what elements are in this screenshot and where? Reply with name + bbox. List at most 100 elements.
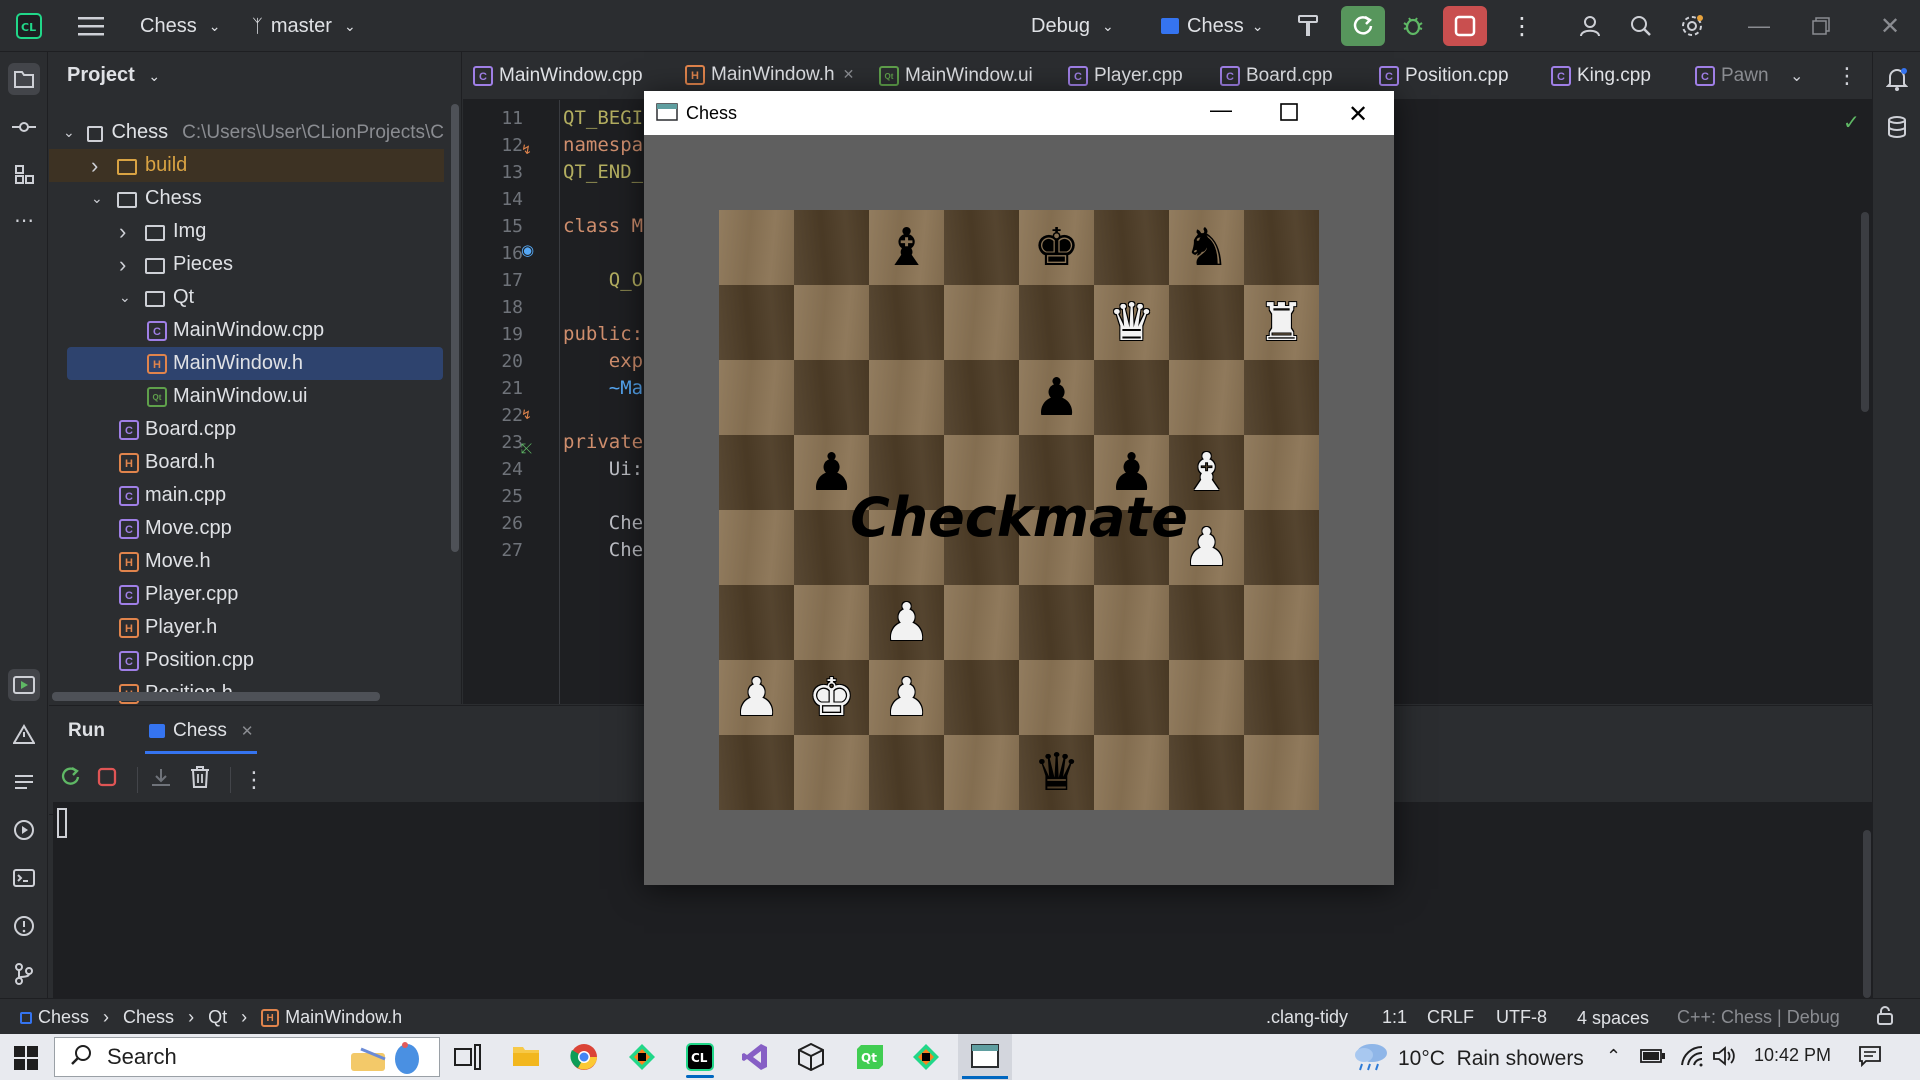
windows-start-icon[interactable] xyxy=(14,1046,38,1075)
services-icon[interactable] xyxy=(8,814,40,846)
board-square[interactable] xyxy=(719,210,794,285)
board-square[interactable] xyxy=(944,660,1019,735)
clang-tidy-status[interactable]: .clang-tidy xyxy=(1266,1007,1348,1028)
box-3d-app-icon[interactable] xyxy=(798,1042,824,1076)
implementation-gutter-icon[interactable]: ↯ xyxy=(521,407,532,423)
tree-item[interactable]: C Player.cpp xyxy=(49,578,444,611)
editor-tab[interactable]: C Position.cpp xyxy=(1379,52,1509,100)
chess-board[interactable]: ♝ ♚ ♞ ♛ ♜ ♟ ♟ ♟ ♝ ♟ ♟ ♟ ♚ ♟ ♛ Checkmate xyxy=(719,210,1319,810)
white-queen-icon[interactable]: ♛ xyxy=(1094,285,1169,360)
board-square[interactable] xyxy=(1094,585,1169,660)
tree-item[interactable]: › build xyxy=(49,149,444,182)
rerun-icon[interactable] xyxy=(59,766,91,793)
black-queen-icon[interactable]: ♛ xyxy=(1019,735,1094,810)
todo-list-icon[interactable] xyxy=(8,766,40,798)
taskbar-search-box[interactable]: Search xyxy=(54,1037,440,1077)
minimize-window-icon[interactable]: — xyxy=(1748,0,1770,52)
tree-item[interactable]: ⌄ Chess xyxy=(49,182,444,215)
clion-logo-icon[interactable]: CL xyxy=(16,0,42,52)
tree-item[interactable]: C Board.cpp xyxy=(49,413,444,446)
black-king-icon[interactable]: ♚ xyxy=(1019,210,1094,285)
run-tab-chess[interactable]: Chess ✕ xyxy=(145,710,258,754)
clion-taskbar-icon[interactable]: CL xyxy=(686,1043,714,1076)
notifications-problems-icon[interactable] xyxy=(8,910,40,942)
close-icon[interactable]: ✕ xyxy=(241,722,254,740)
clock-time[interactable]: 10:42 PM xyxy=(1754,1045,1831,1066)
build-config-selector[interactable]: Debug ⌄ xyxy=(1031,0,1114,52)
more-actions-icon[interactable]: ⋮ xyxy=(1510,0,1534,52)
tree-item[interactable]: Cmain.cpp xyxy=(49,479,444,512)
board-square[interactable] xyxy=(1094,660,1169,735)
stop-icon[interactable] xyxy=(97,767,137,792)
white-king-icon[interactable]: ♚ xyxy=(794,660,869,735)
chrome-icon[interactable] xyxy=(570,1043,598,1076)
board-square[interactable] xyxy=(869,285,944,360)
tree-item[interactable]: C Position.cpp xyxy=(49,644,444,677)
jetbrains-toolbox-icon[interactable] xyxy=(628,1043,656,1076)
tree-item[interactable]: ⌄ Chess C:\Users\User\CLionProjects\C xyxy=(49,116,444,149)
tree-item[interactable]: H MainWindow.h xyxy=(67,347,443,380)
board-square[interactable] xyxy=(1169,285,1244,360)
settings-gear-icon[interactable] xyxy=(1680,0,1704,52)
board-square[interactable] xyxy=(794,285,869,360)
breadcrumb-item[interactable]: Qt xyxy=(208,1007,227,1028)
battery-icon[interactable] xyxy=(1640,1048,1666,1069)
visual-studio-icon[interactable] xyxy=(742,1043,768,1076)
override-gutter-icon[interactable]: ◉ xyxy=(521,241,534,259)
project-selector[interactable]: Chess ⌄ xyxy=(140,0,220,52)
database-icon[interactable] xyxy=(1881,111,1913,143)
board-square[interactable] xyxy=(719,360,794,435)
weather-widget[interactable]: 10°C Rain showers xyxy=(1352,1041,1584,1076)
more-tools-icon[interactable]: ⋯ xyxy=(8,204,40,236)
board-square[interactable] xyxy=(1019,285,1094,360)
debug-bug-icon[interactable] xyxy=(1401,0,1425,52)
editor-tab[interactable]: C MainWindow.cpp xyxy=(473,52,643,100)
board-square[interactable] xyxy=(794,735,869,810)
black-bishop-icon[interactable]: ♝ xyxy=(869,210,944,285)
breadcrumb-item[interactable]: Chess xyxy=(38,1007,89,1028)
git-tool-icon[interactable] xyxy=(8,958,40,990)
board-square[interactable] xyxy=(1169,660,1244,735)
task-view-icon[interactable] xyxy=(454,1044,482,1075)
black-knight-icon[interactable]: ♞ xyxy=(1169,210,1244,285)
tabs-more-icon[interactable]: ⋮ xyxy=(1836,52,1858,100)
inspection-ok-check-icon[interactable]: ✓ xyxy=(1843,110,1860,135)
breadcrumb-item[interactable]: Chess xyxy=(123,1007,174,1028)
breadcrumb-item[interactable]: MainWindow.h xyxy=(285,1007,402,1028)
board-square[interactable] xyxy=(944,360,1019,435)
chevron-down-icon[interactable]: ⌄ xyxy=(91,190,105,207)
board-square[interactable] xyxy=(1169,735,1244,810)
board-square[interactable] xyxy=(1094,210,1169,285)
board-square[interactable] xyxy=(1019,585,1094,660)
board-square[interactable] xyxy=(1244,210,1319,285)
minimize-icon[interactable]: — xyxy=(1210,97,1232,123)
chevron-down-icon[interactable]: ⌄ xyxy=(63,124,75,141)
board-square[interactable] xyxy=(794,210,869,285)
board-square[interactable] xyxy=(719,585,794,660)
implementation-gutter-icon[interactable]: ↯ xyxy=(521,142,532,158)
clear-trash-icon[interactable] xyxy=(190,766,230,793)
close-icon[interactable]: ✕ xyxy=(1348,100,1368,129)
chevron-right-icon[interactable]: › xyxy=(119,252,133,278)
run-target-selector[interactable]: Chess ⌄ xyxy=(1161,0,1263,52)
tree-item[interactable]: H Board.h xyxy=(49,446,444,479)
qt-creator-icon[interactable]: Qt xyxy=(856,1044,884,1075)
chess-window-titlebar[interactable]: Chess — ✕ xyxy=(644,91,1394,135)
board-square[interactable] xyxy=(1094,735,1169,810)
white-rook-icon[interactable]: ♜ xyxy=(1244,285,1319,360)
jetbrains-toolbox-secondary-icon[interactable] xyxy=(912,1043,940,1076)
restore-window-icon[interactable] xyxy=(1812,0,1830,52)
account-icon[interactable] xyxy=(1578,0,1602,52)
run-tool-icon[interactable] xyxy=(8,669,40,701)
close-window-icon[interactable]: ✕ xyxy=(1880,0,1900,52)
close-icon[interactable]: ✕ xyxy=(843,66,855,83)
tree-item[interactable]: Qt MainWindow.ui xyxy=(49,380,444,413)
tree-item[interactable]: ⌄ Qt xyxy=(49,281,444,314)
build-hammer-icon[interactable] xyxy=(1297,0,1319,52)
white-pawn-icon[interactable]: ♟ xyxy=(719,660,794,735)
caret-position[interactable]: 1:1 xyxy=(1382,1007,1407,1028)
structure-tool-icon[interactable] xyxy=(8,158,40,190)
editor-tab[interactable]: C Pawn xyxy=(1695,52,1769,100)
black-pawn-icon[interactable]: ♟ xyxy=(1019,360,1094,435)
board-square[interactable] xyxy=(1244,585,1319,660)
